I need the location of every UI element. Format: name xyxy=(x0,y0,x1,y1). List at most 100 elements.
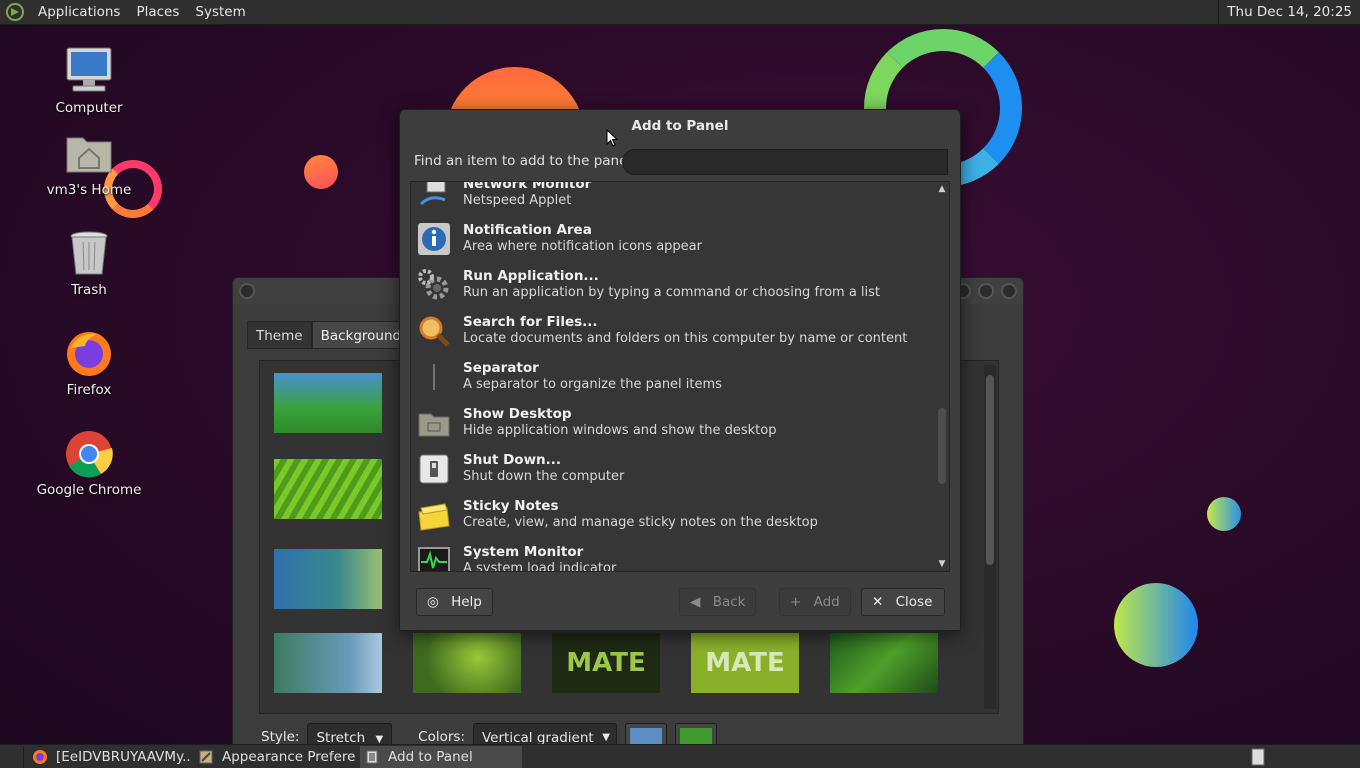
wallpaper-thumbnail[interactable] xyxy=(274,549,382,609)
desktop-icon-label: Firefox xyxy=(66,382,112,398)
magnifier-icon xyxy=(419,316,450,347)
maximize-button[interactable] xyxy=(978,283,994,299)
item-desc: Shut down the computer xyxy=(463,469,625,484)
show-desktop-icon xyxy=(418,413,450,437)
menu-applications[interactable]: Applications xyxy=(30,0,128,25)
mouse-cursor-icon xyxy=(606,129,618,147)
item-desc: A separator to organize the panel items xyxy=(463,377,722,392)
decorative-small-gradient-circle xyxy=(1207,497,1241,531)
decorative-large-gradient-circle xyxy=(1114,583,1198,667)
gears-icon xyxy=(418,269,449,300)
wallpaper-thumbnail[interactable] xyxy=(830,633,938,693)
desktop-icon-computer[interactable]: Computer xyxy=(34,46,144,116)
item-name: Separator xyxy=(463,360,539,376)
wallpaper-thumbnail[interactable] xyxy=(274,373,382,433)
task-label: Add to Panel xyxy=(388,748,473,765)
list-item[interactable]: Separator A separator to organize the pa… xyxy=(411,354,933,400)
list-item[interactable]: Notification Area Area where notificatio… xyxy=(411,216,933,262)
clock[interactable]: Thu Dec 14, 20:25 xyxy=(1218,0,1360,25)
wallpaper-scrollbar[interactable] xyxy=(984,365,996,709)
menu-system[interactable]: System xyxy=(187,0,253,25)
applet-list: Network Monitor Netspeed Applet Notifica… xyxy=(410,181,950,572)
scroll-down-arrow-icon[interactable]: ▼ xyxy=(937,559,947,569)
workspace-switcher-icon[interactable] xyxy=(1250,748,1266,766)
item-desc: A system load indicator xyxy=(463,561,617,572)
computer-icon xyxy=(63,46,115,98)
tab-theme[interactable]: Theme xyxy=(247,321,312,349)
item-name: Search for Files... xyxy=(463,314,598,330)
close-label: Close xyxy=(895,594,933,610)
style-label: Style: xyxy=(261,729,300,745)
item-name: Notification Area xyxy=(463,222,592,238)
menu-places[interactable]: Places xyxy=(128,0,187,25)
add-button[interactable]: + Add xyxy=(779,588,851,616)
taskbar-item-appearance[interactable]: Appearance Prefere... xyxy=(194,746,356,768)
task-label: [EeIDVBRUYAAVMy... xyxy=(56,748,190,765)
mate-logo-text: MATE xyxy=(705,648,785,678)
desktop-icon-firefox[interactable]: Firefox xyxy=(34,328,144,398)
scroll-up-arrow-icon[interactable]: ▲ xyxy=(937,184,947,194)
colors-label: Colors: xyxy=(418,729,465,745)
appearance-tabs: Theme Background xyxy=(247,321,411,349)
wallpaper-thumbnail[interactable] xyxy=(274,633,382,693)
show-desktop-handle[interactable] xyxy=(0,745,24,768)
item-desc: Netspeed Applet xyxy=(463,193,572,208)
list-item[interactable]: Show Desktop Hide application windows an… xyxy=(411,400,933,446)
back-arrow-icon: ◀ xyxy=(690,594,701,610)
list-item[interactable]: Network Monitor Netspeed Applet xyxy=(411,181,933,216)
wallpaper-thumbnail[interactable] xyxy=(274,459,382,519)
list-item[interactable]: Search for Files... Locate documents and… xyxy=(411,308,933,354)
appearance-icon xyxy=(199,750,213,763)
close-button[interactable]: ✕ Close xyxy=(861,588,945,616)
item-desc: Area where notification icons appear xyxy=(463,239,702,254)
list-item[interactable]: Sticky Notes Create, view, and manage st… xyxy=(411,492,933,538)
scrollbar-thumb[interactable] xyxy=(938,408,946,484)
desktop-icon-chrome[interactable]: Google Chrome xyxy=(34,428,144,498)
item-desc: Locate documents and folders on this com… xyxy=(463,331,908,346)
search-input[interactable] xyxy=(622,149,948,175)
wallpaper-thumbnail[interactable]: MATE xyxy=(552,633,660,693)
item-name: System Monitor xyxy=(463,544,584,560)
wallpaper-thumbnail[interactable]: MATE xyxy=(691,633,799,693)
desktop-icon-trash[interactable]: Trash xyxy=(34,228,144,298)
help-label: Help xyxy=(451,594,482,610)
chrome-icon xyxy=(63,428,115,480)
item-name: Run Application... xyxy=(463,268,599,284)
home-folder-icon xyxy=(63,128,115,180)
desktop-icon-home[interactable]: vm3's Home xyxy=(34,128,144,198)
dialog-title[interactable]: Add to Panel xyxy=(400,110,960,142)
panel-icon xyxy=(366,750,378,763)
item-name: Show Desktop xyxy=(463,406,572,422)
list-item[interactable]: System Monitor A system load indicator xyxy=(411,538,933,572)
bottom-panel: [EeIDVBRUYAAVMy... Appearance Prefere...… xyxy=(0,744,1360,768)
list-item[interactable]: Run Application... Run an application by… xyxy=(411,262,933,308)
taskbar-item-add-to-panel[interactable]: Add to Panel xyxy=(360,745,522,768)
mate-logo-icon[interactable] xyxy=(6,3,24,21)
network-monitor-icon xyxy=(419,182,446,206)
separator-icon xyxy=(433,364,435,390)
taskbar-item-firefox[interactable]: [EeIDVBRUYAAVMy... xyxy=(28,746,190,768)
wallpaper-thumbnail[interactable] xyxy=(413,633,521,693)
list-item[interactable]: Shut Down... Shut down the computer xyxy=(411,446,933,492)
tab-background[interactable]: Background xyxy=(311,321,411,349)
trash-icon xyxy=(63,228,115,280)
list-scrollbar[interactable]: ▲ ▼ xyxy=(935,182,949,571)
back-button[interactable]: ◀ Back xyxy=(679,588,757,616)
task-label: Appearance Prefere... xyxy=(222,748,356,765)
item-name: Sticky Notes xyxy=(463,498,559,514)
find-label: Find an item to add to the panel: xyxy=(414,153,636,169)
help-icon: ◎ xyxy=(427,594,439,610)
close-button[interactable] xyxy=(1001,283,1017,299)
system-monitor-icon xyxy=(418,547,450,571)
firefox-icon xyxy=(33,749,47,764)
item-name: Network Monitor xyxy=(463,181,592,192)
help-button[interactable]: ◎ Help xyxy=(416,588,493,616)
sticky-notes-icon xyxy=(418,503,450,531)
firefox-icon xyxy=(63,328,115,380)
find-row: Find an item to add to the panel: xyxy=(414,153,636,169)
desktop-icon-label: vm3's Home xyxy=(46,182,132,198)
window-menu-button[interactable] xyxy=(239,283,255,299)
shutdown-icon xyxy=(419,454,449,484)
info-icon xyxy=(418,223,450,255)
close-icon: ✕ xyxy=(872,594,884,610)
